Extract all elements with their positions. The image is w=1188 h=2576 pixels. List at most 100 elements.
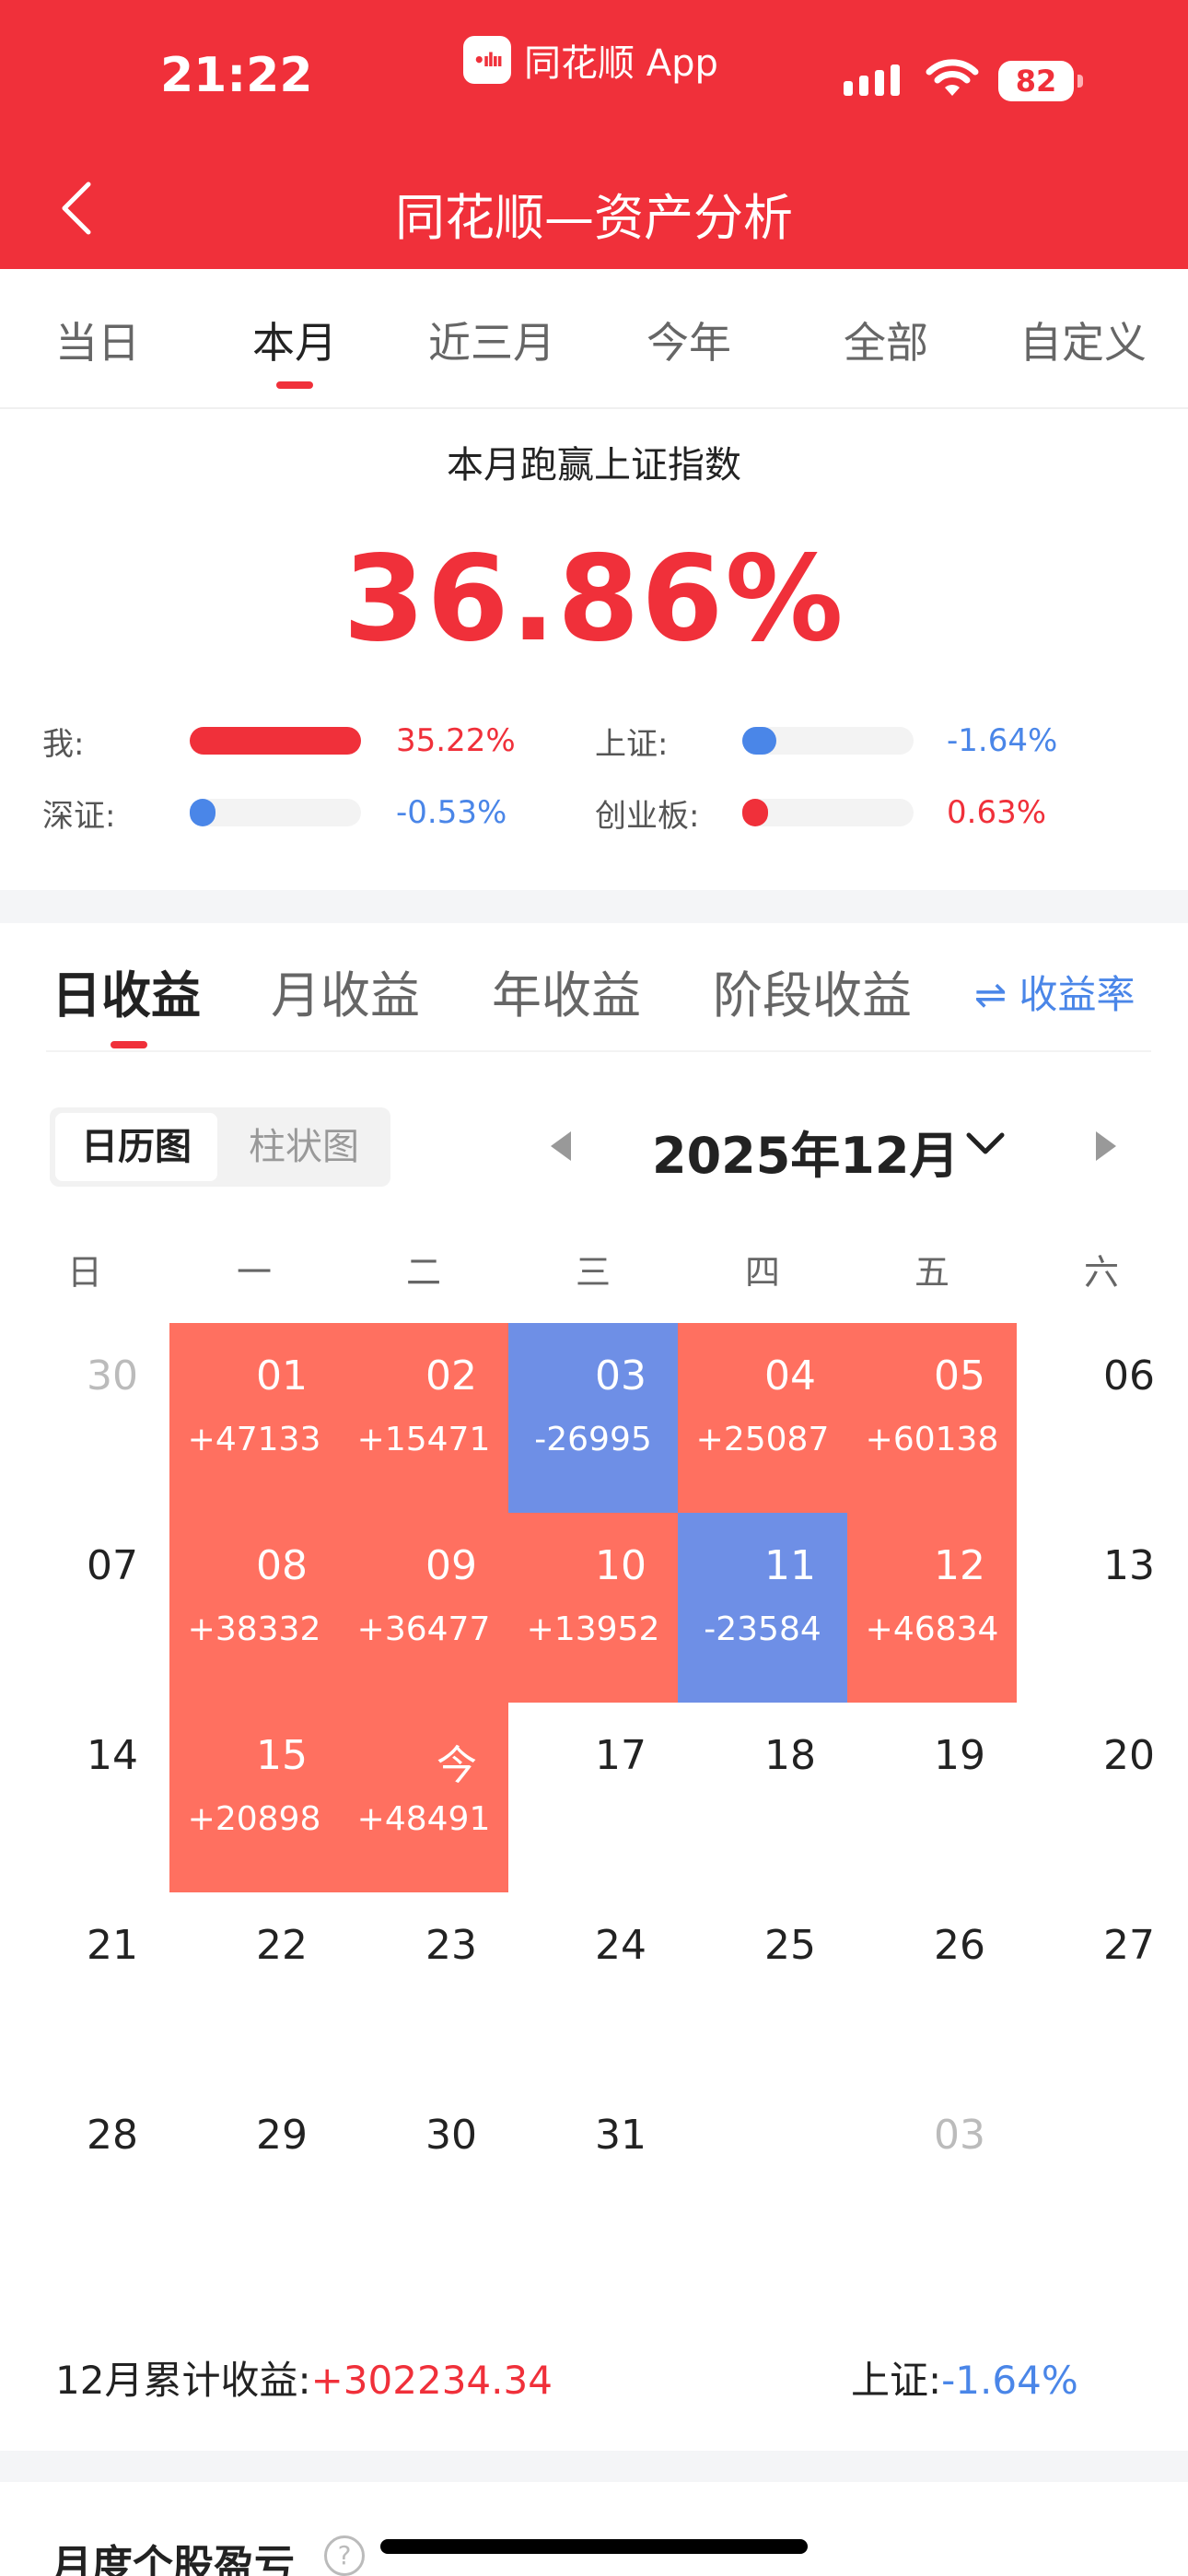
calendar-day[interactable]: 11 -23584 [678, 1513, 847, 1703]
day-number: 14 [87, 1732, 138, 1779]
calendar-day[interactable]: 18 [678, 1703, 847, 1892]
calendar-day[interactable]: 23 [339, 1892, 508, 2082]
calendar-day[interactable]: 25 [678, 1892, 847, 2082]
day-number: 11 [764, 1542, 816, 1589]
weekday-sun: 日 [66, 1252, 102, 1293]
section-divider [0, 2451, 1188, 2482]
wifi-icon [926, 59, 979, 96]
calendar-day[interactable]: 20 [1017, 1703, 1186, 1892]
day-number: 18 [764, 1732, 816, 1779]
compare-bar [190, 727, 361, 755]
earnings-tab-indicator [111, 1041, 147, 1048]
day-number: 15 [256, 1732, 308, 1779]
app-name: 同花顺 App [524, 42, 718, 85]
calendar-day[interactable]: 15 +20898 [169, 1703, 339, 1892]
calendar-day[interactable]: 07 [0, 1513, 169, 1703]
calendar-day[interactable]: 19 [847, 1703, 1017, 1892]
calendar-day[interactable]: 24 [508, 1892, 678, 2082]
compare-bar [190, 799, 215, 826]
tab-today[interactable]: 当日 [6, 310, 190, 370]
calendar-day[interactable]: 17 [508, 1703, 678, 1892]
day-number: 13 [1103, 1542, 1155, 1589]
day-profit: +47133 [187, 1421, 321, 1458]
return-rate-toggle[interactable]: ⇌ 收益率 [974, 964, 1136, 1020]
chevron-down-icon[interactable] [965, 1130, 1006, 1157]
calendar-day[interactable]: 05 +60138 [847, 1323, 1017, 1513]
tab-custom[interactable]: 自定义 [991, 310, 1175, 370]
compare-shenzhen: 深证: -0.53% [42, 785, 521, 840]
tab-this-month[interactable]: 本月 [203, 310, 387, 370]
day-number: 今 [437, 1742, 477, 1789]
month-selector[interactable]: 2025年12月 [652, 1115, 959, 1188]
day-number: 25 [764, 1922, 816, 1969]
calendar-day[interactable]: 28 [0, 2082, 169, 2272]
day-profit: +60138 [865, 1421, 999, 1458]
calendar-day[interactable]: 06 [1017, 1323, 1186, 1513]
calendar-day[interactable]: 13 [1017, 1513, 1186, 1703]
day-profit: +15471 [356, 1421, 491, 1458]
calendar-day[interactable]: 03 [847, 2082, 1017, 2272]
compare-track [190, 799, 361, 826]
compare-value: 35.22% [396, 722, 516, 759]
calendar-day[interactable]: 10 +13952 [508, 1513, 678, 1703]
day-number: 01 [256, 1352, 308, 1399]
period-tabs: 当日 本月 近三月 今年 全部 自定义 [0, 269, 1188, 409]
compare-label: 上证: [595, 725, 669, 763]
calendar-day[interactable]: 30 [339, 2082, 508, 2272]
tab-three-months[interactable]: 近三月 [400, 310, 584, 370]
battery-icon: 82 [998, 61, 1083, 101]
app-badge[interactable]: •ılıı 同花顺 App [463, 33, 718, 87]
calendar-day[interactable]: 26 [847, 1892, 1017, 2082]
weekday-thu: 四 [744, 1252, 780, 1293]
page-title: 同花顺—资产分析 [395, 189, 793, 247]
tab-all[interactable]: 全部 [794, 310, 978, 370]
compare-shanghai: 上证: -1.64% [595, 713, 1074, 768]
compare-value: -1.64% [947, 722, 1058, 759]
tab-yearly-earnings[interactable]: 年收益 [492, 954, 641, 1027]
tab-monthly-earnings[interactable]: 月收益 [271, 954, 420, 1027]
compare-value: 0.63% [947, 794, 1047, 831]
calendar-day[interactable]: 12 +46834 [847, 1513, 1017, 1703]
prev-month-icon[interactable] [551, 1131, 571, 1161]
index-total-label: 上证: [851, 2358, 942, 2403]
day-number: 27 [1103, 1922, 1155, 1969]
calendar-day-today[interactable]: 今 +48491 [339, 1703, 508, 1892]
day-number: 29 [256, 2112, 308, 2159]
tab-period-earnings[interactable]: 阶段收益 [713, 954, 912, 1027]
calendar-day[interactable]: 14 [0, 1703, 169, 1892]
weekday-fri: 五 [914, 1252, 949, 1293]
weekday-wed: 三 [575, 1252, 611, 1293]
calendar-day[interactable]: 21 [0, 1892, 169, 2082]
calendar-day[interactable]: 30 [0, 1323, 169, 1513]
section-divider [0, 890, 1188, 923]
day-number: 23 [425, 1922, 477, 1969]
help-icon[interactable]: ? [324, 2535, 365, 2576]
tab-daily-earnings[interactable]: 日收益 [52, 954, 201, 1027]
calendar-day[interactable]: 02 +15471 [339, 1323, 508, 1513]
day-number: 20 [1103, 1732, 1155, 1779]
day-number: 08 [256, 1542, 308, 1589]
compare-track [742, 799, 914, 826]
calendar-day[interactable]: 29 [169, 2082, 339, 2272]
compare-track [742, 727, 914, 755]
day-number: 30 [425, 2112, 477, 2159]
day-number: 28 [87, 2112, 138, 2159]
home-indicator [380, 2539, 808, 2554]
month-total-label: 12月累计收益: [55, 2358, 311, 2403]
calendar-day[interactable]: 03 -26995 [508, 1323, 678, 1513]
calendar-day[interactable]: 09 +36477 [339, 1513, 508, 1703]
day-number: 09 [425, 1542, 477, 1589]
day-number: 03 [595, 1352, 646, 1399]
tab-this-year[interactable]: 今年 [597, 310, 781, 370]
day-number: 30 [87, 1352, 138, 1399]
calendar-day[interactable]: 01 +47133 [169, 1323, 339, 1513]
calendar-view-button[interactable]: 日历图 [55, 1113, 217, 1181]
day-number: 17 [595, 1732, 646, 1779]
calendar-day[interactable]: 27 [1017, 1892, 1186, 2082]
calendar-day[interactable]: 31 [508, 2082, 678, 2272]
calendar-day[interactable]: 22 [169, 1892, 339, 2082]
next-month-icon[interactable] [1096, 1131, 1116, 1161]
bar-view-button[interactable]: 柱状图 [223, 1113, 385, 1181]
calendar-day[interactable]: 08 +38332 [169, 1513, 339, 1703]
calendar-day[interactable]: 04 +25087 [678, 1323, 847, 1513]
